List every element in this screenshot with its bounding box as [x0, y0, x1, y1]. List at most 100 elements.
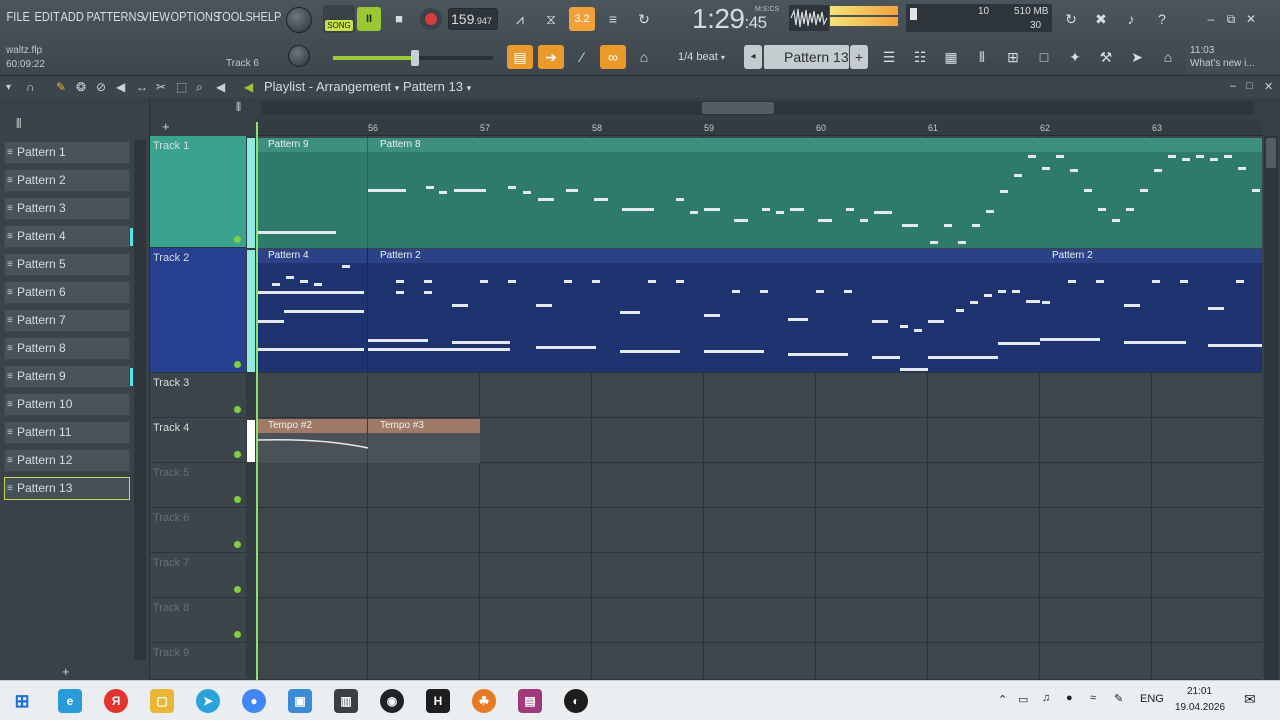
playlist-menu-icon[interactable]: ▾ [6, 82, 11, 93]
note[interactable] [508, 280, 516, 283]
note[interactable] [1042, 301, 1050, 304]
note[interactable] [844, 290, 852, 293]
pause-button[interactable]: II [357, 7, 381, 31]
wait-input-icon[interactable]: ⧖ [538, 7, 564, 31]
note[interactable] [970, 301, 978, 304]
stamp-icon[interactable]: ⌂ [631, 45, 657, 69]
tray-wifi-icon[interactable]: ≈ [1090, 692, 1096, 704]
note[interactable] [1000, 190, 1008, 193]
note[interactable] [872, 320, 888, 323]
fl-studio-icon[interactable]: ☘ [472, 689, 496, 713]
menu-view[interactable]: VIEW [139, 9, 170, 24]
note[interactable] [1068, 280, 1076, 283]
tray-pen-icon[interactable]: ✎ [1114, 692, 1123, 705]
note[interactable] [1040, 338, 1100, 341]
note[interactable] [1042, 167, 1050, 170]
zoom-icon[interactable]: ⌕ [196, 80, 203, 95]
menu-patterns[interactable]: PATTERNS [84, 9, 144, 24]
note[interactable] [508, 186, 516, 189]
note[interactable] [1026, 300, 1040, 303]
scrollbar-thumb[interactable] [702, 102, 774, 114]
pencil-icon[interactable]: ✎ [56, 80, 66, 94]
note[interactable] [998, 342, 1040, 345]
note[interactable] [620, 350, 680, 353]
playlist-icon[interactable]: ☰ [876, 45, 902, 69]
tray-battery-icon[interactable]: ▭ [1018, 693, 1028, 706]
note[interactable] [846, 208, 854, 211]
note[interactable] [538, 198, 554, 201]
track-header-3[interactable]: Track 3 [150, 373, 246, 418]
clip-pattern-8[interactable]: Pattern 8 [368, 138, 421, 152]
mute-icon[interactable]: ◀ [116, 80, 125, 94]
note[interactable] [454, 189, 486, 192]
note[interactable] [439, 191, 447, 194]
note[interactable] [1168, 155, 1176, 158]
note[interactable] [676, 198, 684, 201]
telegram-icon[interactable]: ➤ [196, 689, 220, 713]
note[interactable] [1236, 280, 1244, 283]
note[interactable] [860, 219, 868, 222]
note[interactable] [914, 329, 922, 332]
app-icon[interactable]: ▥ [334, 689, 358, 713]
cut-icon[interactable]: ✖ [1088, 7, 1114, 31]
menu-options[interactable]: OPTIONS [168, 9, 221, 24]
tray-mic-icon[interactable]: ● [1066, 692, 1073, 704]
note[interactable] [622, 208, 654, 211]
note[interactable] [1070, 169, 1078, 172]
note[interactable] [762, 208, 770, 211]
track-header-5[interactable]: Track 5 [150, 463, 246, 508]
track-header-4[interactable]: Track 4 [150, 418, 246, 463]
note[interactable] [1180, 280, 1188, 283]
vertical-scrollbar[interactable] [1264, 136, 1278, 680]
note[interactable] [790, 208, 804, 211]
chrome-icon[interactable]: ● [242, 689, 266, 713]
note[interactable] [958, 241, 966, 244]
pattern-item-5[interactable]: Pattern 5 [4, 253, 130, 276]
note[interactable] [594, 198, 608, 201]
yandex-icon[interactable]: Я [104, 689, 128, 713]
track-header-9[interactable]: Track 9 [150, 643, 246, 680]
note[interactable] [272, 283, 280, 286]
browser-icon[interactable]: ⊞ [1000, 45, 1026, 69]
note[interactable] [788, 318, 808, 321]
refresh-icon[interactable]: ↻ [1058, 7, 1084, 31]
note[interactable] [704, 350, 764, 353]
tempo-automation-curve[interactable] [256, 433, 480, 463]
channel-rack-icon[interactable]: ☷ [907, 45, 933, 69]
step-edit-icon[interactable]: ≡ [600, 7, 626, 31]
arrow-left-icon[interactable]: ◀ [244, 80, 253, 94]
note[interactable] [1224, 155, 1232, 158]
track-lane-3[interactable] [256, 373, 1262, 418]
track-enable-led[interactable] [234, 496, 241, 503]
note[interactable] [986, 210, 994, 213]
menu-help[interactable]: HELP [250, 9, 282, 24]
stop-button[interactable]: ■ [388, 7, 410, 31]
pattern-item-7[interactable]: Pattern 7 [4, 309, 130, 332]
note[interactable] [902, 224, 918, 227]
pattern-item-8[interactable]: Pattern 8 [4, 337, 130, 360]
help-icon[interactable]: ? [1149, 7, 1175, 31]
piano-icon[interactable]: ▦ [938, 45, 964, 69]
note[interactable] [928, 320, 944, 323]
note[interactable] [396, 291, 404, 294]
magnet-icon[interactable]: ∩ [26, 80, 35, 94]
add-pattern-plus-icon[interactable]: + [62, 664, 70, 679]
add-pattern-icon[interactable]: + [850, 45, 868, 69]
note[interactable] [1152, 280, 1160, 283]
tray-chevron-icon[interactable]: ⌃ [998, 693, 1007, 706]
note[interactable] [1252, 189, 1260, 192]
edge-icon[interactable]: e [58, 689, 82, 713]
note[interactable] [1028, 155, 1036, 158]
note[interactable] [368, 348, 510, 351]
note[interactable] [258, 348, 364, 351]
note[interactable] [1012, 290, 1020, 293]
note[interactable] [286, 276, 294, 279]
patterns-toggle-icon[interactable]: ⫴ [236, 100, 241, 115]
note[interactable] [1056, 155, 1064, 158]
tray-time[interactable]: 21:01 [1187, 686, 1212, 697]
note[interactable] [872, 356, 900, 359]
master-slider[interactable] [333, 50, 493, 66]
pattern-item-3[interactable]: Pattern 3 [4, 197, 130, 220]
pattern-item-10[interactable]: Pattern 10 [4, 393, 130, 416]
note[interactable] [1154, 169, 1162, 172]
